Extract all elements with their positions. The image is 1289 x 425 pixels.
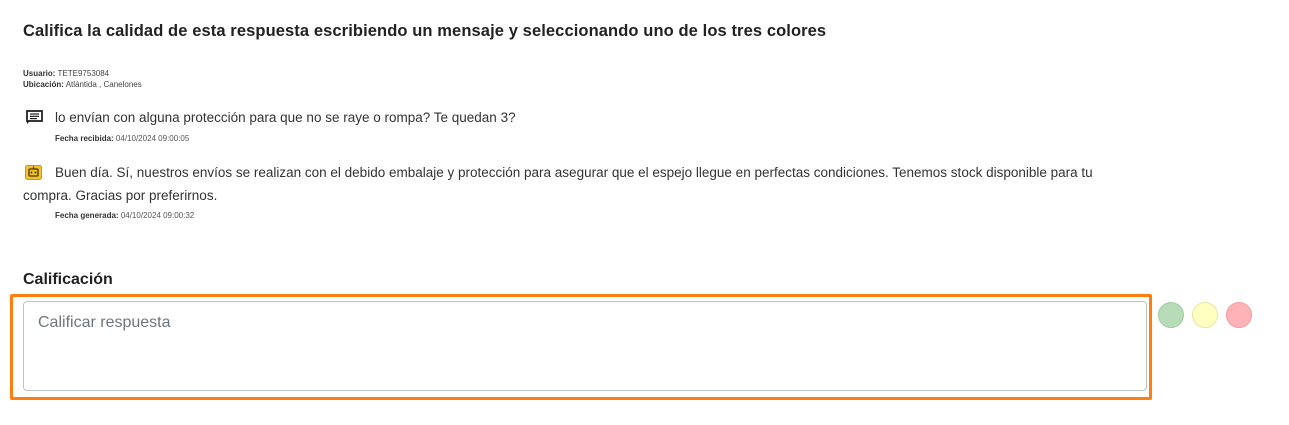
location-label: Ubicación:: [23, 80, 64, 89]
bot-reply-icon: [25, 165, 42, 180]
user-label: Usuario:: [23, 69, 56, 78]
generated-date: Fecha generada: 04/10/2024 09:00:32: [55, 211, 194, 220]
red-rating-dot[interactable]: [1226, 302, 1252, 328]
location-info: Ubicación: Atlántida , Canelones: [23, 80, 142, 90]
user-value: TETE9753084: [57, 69, 110, 78]
generated-date-label: Fecha generada:: [55, 211, 119, 220]
rating-comment-input[interactable]: [23, 301, 1147, 391]
question-text: lo envían con alguna protección para que…: [55, 110, 516, 125]
rating-section-label: Calificación: [23, 271, 113, 288]
received-date: Fecha recibida: 04/10/2024 09:00:05: [55, 134, 189, 143]
generated-date-value: 04/10/2024 09:00:32: [120, 211, 195, 220]
question-message: lo envían con alguna protección para que…: [23, 106, 516, 129]
user-info: Usuario: TETE9753084: [23, 69, 109, 79]
chat-message-icon: [26, 110, 43, 124]
page-title: Califica la calidad de esta respuesta es…: [23, 22, 827, 40]
received-date-label: Fecha recibida:: [55, 134, 114, 143]
green-rating-dot[interactable]: [1158, 302, 1184, 328]
received-date-value: 04/10/2024 09:00:05: [115, 134, 190, 143]
answer-text: Buen día. Sí, nuestros envíos se realiza…: [23, 165, 1093, 203]
rating-page: Califica la calidad de esta respuesta es…: [0, 0, 1289, 425]
answer-message: Buen día. Sí, nuestros envíos se realiza…: [23, 161, 1123, 207]
location-value: Atlántida , Canelones: [65, 80, 142, 89]
yellow-rating-dot[interactable]: [1192, 302, 1218, 328]
